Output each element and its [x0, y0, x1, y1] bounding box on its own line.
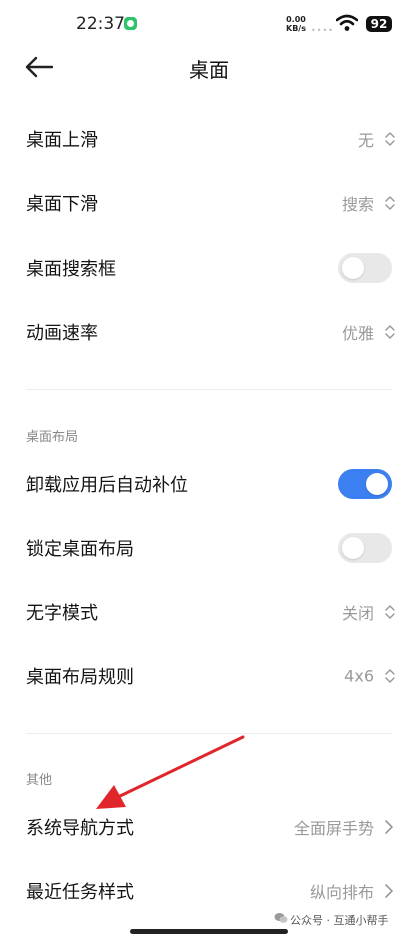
- updown-icon: [385, 605, 395, 619]
- setting-row-search-bar[interactable]: 桌面搜索框: [0, 240, 418, 296]
- setting-label: 桌面搜索框: [26, 259, 116, 280]
- page-title: 桌面: [189, 58, 229, 82]
- toggle-knob: [342, 257, 364, 279]
- toggle-knob: [342, 537, 364, 559]
- setting-value: 纵向排布: [309, 883, 374, 902]
- updown-icon: [385, 196, 395, 210]
- setting-row-lock-layout[interactable]: 锁定桌面布局: [0, 520, 418, 576]
- setting-row-navigation-mode[interactable]: 系统导航方式 全面屏手势: [0, 799, 418, 855]
- updown-icon: [385, 132, 395, 146]
- section-divider: [26, 389, 392, 390]
- setting-label: 桌面上滑: [26, 130, 98, 151]
- setting-row-swipe-down[interactable]: 桌面下滑 搜索: [0, 175, 418, 231]
- section-title-layout: 桌面布局: [26, 430, 79, 445]
- updown-icon: [385, 669, 395, 683]
- setting-value: 无: [357, 131, 374, 150]
- updown-icon: [385, 325, 395, 339]
- setting-value: 搜索: [341, 195, 374, 214]
- setting-row-recents-style[interactable]: 最近任务样式 纵向排布: [0, 863, 418, 919]
- setting-value: 全面屏手势: [293, 819, 374, 838]
- wechat-icon: [274, 913, 288, 923]
- setting-row-swipe-up[interactable]: 桌面上滑 无: [0, 111, 418, 167]
- lock-layout-toggle[interactable]: [338, 533, 392, 563]
- setting-label: 桌面下滑: [26, 194, 98, 215]
- setting-label: 最近任务样式: [26, 882, 134, 903]
- net-speed: 0.00 KB/s: [286, 15, 306, 33]
- setting-label: 动画速率: [26, 323, 98, 344]
- setting-value: 4x6: [344, 666, 374, 686]
- setting-value: 关闭: [341, 604, 374, 623]
- setting-value: 优雅: [341, 324, 374, 343]
- watermark-text: 公众号 · 互通小帮手: [290, 914, 389, 927]
- setting-label: 卸载应用后自动补位: [26, 475, 188, 496]
- header: 桌面: [0, 44, 418, 90]
- section-title-other: 其他: [26, 773, 53, 788]
- section-divider: [26, 733, 392, 734]
- setting-row-layout-grid[interactable]: 桌面布局规则 4x6: [0, 648, 418, 704]
- status-bar: 22:37 0.00 KB/s •••• 92: [0, 0, 418, 50]
- setting-row-animation-speed[interactable]: 动画速率 优雅: [0, 304, 418, 360]
- setting-row-no-label-mode[interactable]: 无字模式 关闭: [0, 584, 418, 640]
- wifi-icon: [336, 14, 358, 31]
- search-bar-toggle[interactable]: [338, 253, 392, 283]
- setting-label: 无字模式: [26, 603, 98, 624]
- setting-row-auto-fill[interactable]: 卸载应用后自动补位: [0, 456, 418, 512]
- setting-label: 系统导航方式: [26, 818, 134, 839]
- toggle-knob: [366, 473, 388, 495]
- chevron-right-icon: [385, 884, 393, 898]
- status-time: 22:37: [76, 14, 125, 34]
- signal-dots-icon: ••••: [311, 26, 334, 35]
- notification-app-icon: [124, 17, 137, 30]
- home-indicator[interactable]: [130, 929, 288, 934]
- auto-fill-toggle[interactable]: [338, 469, 392, 499]
- setting-label: 锁定桌面布局: [26, 539, 134, 560]
- setting-label: 桌面布局规则: [26, 667, 134, 688]
- chevron-right-icon: [385, 820, 393, 834]
- battery-indicator: 92: [366, 16, 392, 32]
